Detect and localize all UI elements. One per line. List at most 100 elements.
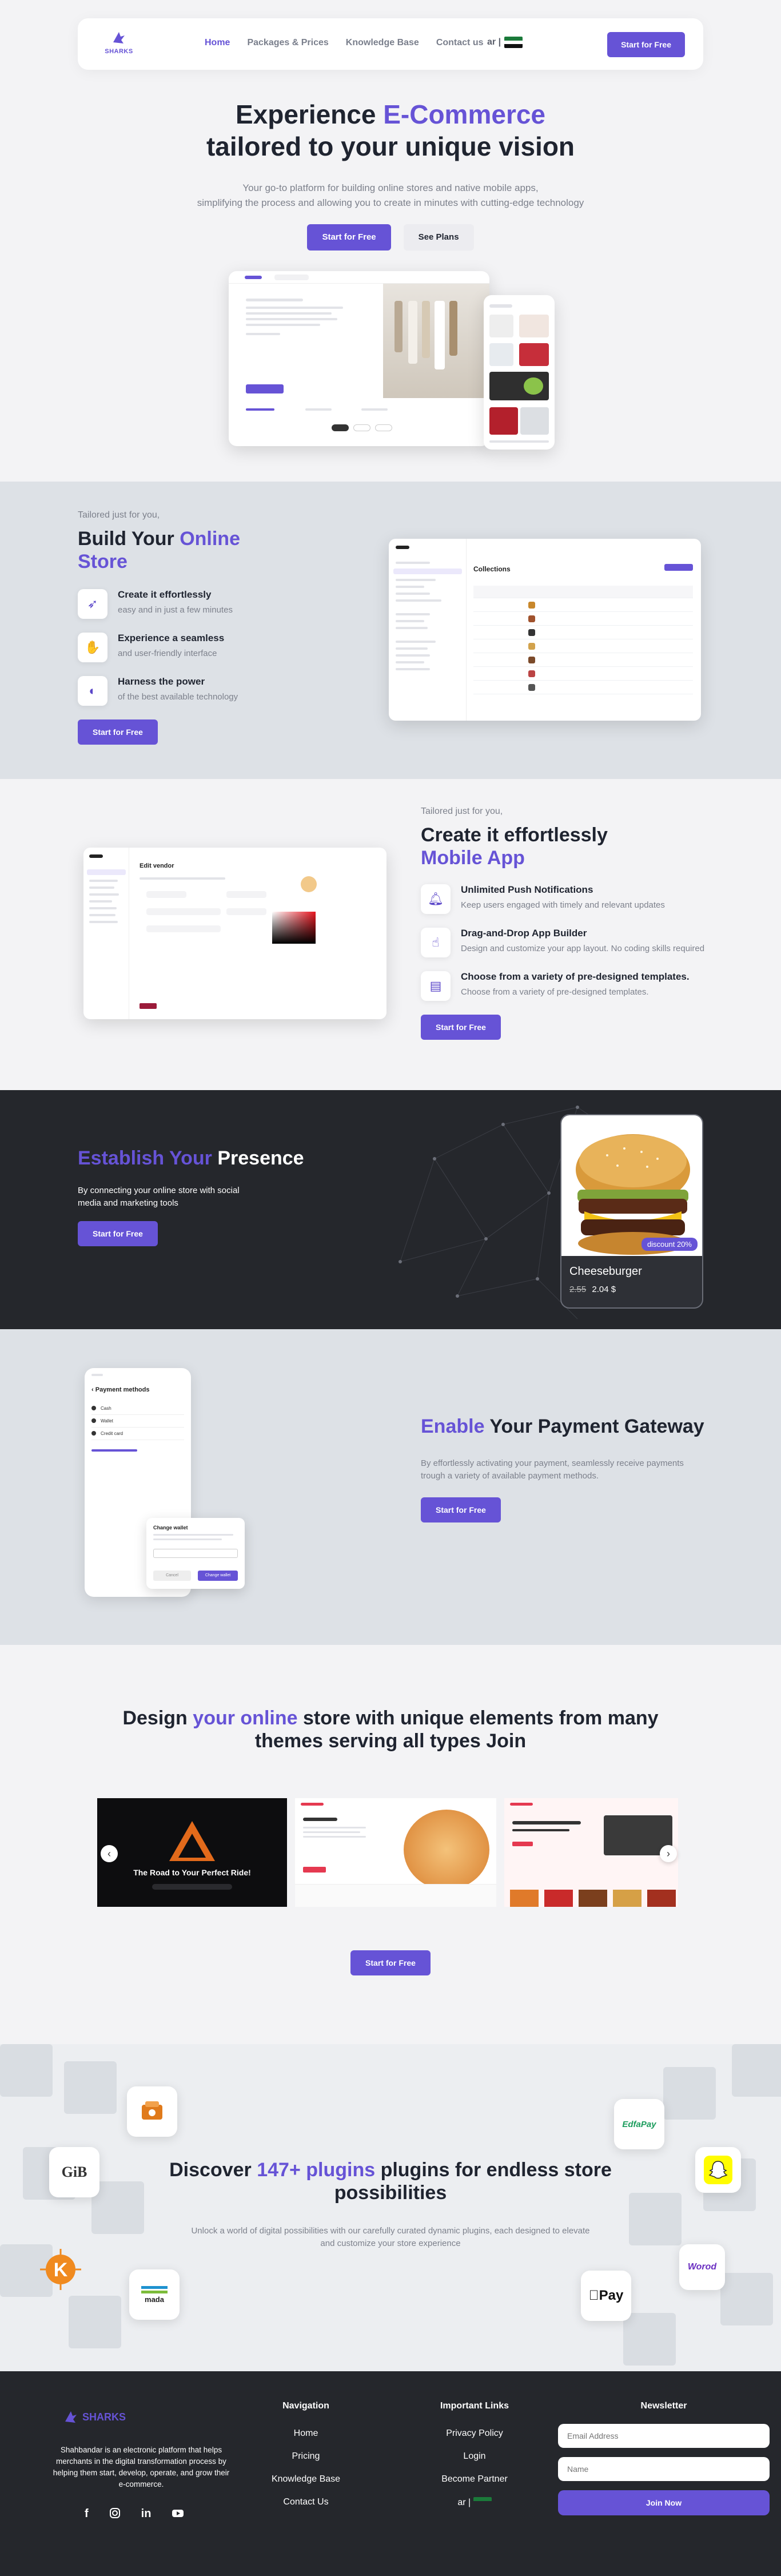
rocket-icon: ➶ bbox=[78, 589, 107, 619]
back-arrow-icon[interactable]: ‹ bbox=[91, 1386, 94, 1393]
hero-title-line2: tailored to your unique vision bbox=[206, 132, 575, 161]
edfapay-logo: EdfaPay bbox=[614, 2099, 664, 2149]
feature-desc: easy and in just a few minutes bbox=[118, 605, 233, 615]
burger-image bbox=[561, 1115, 702, 1256]
footer-link-contact[interactable]: Contact Us bbox=[269, 2497, 343, 2507]
plugins-title-highlight: 147+ plugins bbox=[257, 2159, 376, 2181]
plugins-section: GiB K mada EdfaPay Worod Pay Discover 1… bbox=[0, 2044, 781, 2371]
product-name: Cheeseburger bbox=[569, 1265, 642, 1278]
language-switch[interactable]: ar | bbox=[487, 37, 523, 48]
footer: SHARKS Shahbandar is an electronic platf… bbox=[0, 2371, 781, 2576]
nav-links: Home Packages & Prices Knowledge Base Co… bbox=[205, 38, 483, 48]
presence-title: Establish Your Presence bbox=[78, 1147, 306, 1170]
presence-section: Establish Your Presence By connecting yo… bbox=[0, 1090, 781, 1329]
hero-desktop-mockup bbox=[229, 271, 489, 446]
store-feature: ➶ Create it effortlessly easy and in just… bbox=[78, 589, 284, 619]
hero-buttons: Start for Free See Plans bbox=[0, 224, 781, 251]
wallet-input[interactable] bbox=[153, 1549, 238, 1558]
newsletter-join-button[interactable]: Join Now bbox=[558, 2490, 770, 2515]
app-feature: 🔔︎ Unlimited Push Notifications Keep user… bbox=[421, 884, 707, 914]
payment-method-label: Credit card bbox=[101, 1431, 123, 1436]
footer-language-label: ar | bbox=[457, 2498, 471, 2508]
payment-title-highlight: Enable bbox=[421, 1416, 485, 1437]
feature-title: Experience a seamless bbox=[118, 633, 225, 643]
dialog-cancel-button[interactable]: Cancel bbox=[153, 1571, 191, 1581]
collections-dashboard-mockup: Collections bbox=[389, 539, 701, 721]
presence-start-free-button[interactable]: Start for Free bbox=[78, 1221, 158, 1246]
flag-icon bbox=[473, 2497, 492, 2509]
nav-start-free-button[interactable]: Start for Free bbox=[607, 32, 685, 57]
app-title-highlight: Mobile App bbox=[421, 847, 525, 869]
footer-link-pricing[interactable]: Pricing bbox=[269, 2451, 343, 2462]
nav-link-home[interactable]: Home bbox=[205, 38, 230, 48]
footer-nav-title: Navigation bbox=[282, 2401, 329, 2411]
edit-vendor-mockup: Edit vendor bbox=[83, 848, 386, 1019]
store-start-free-button[interactable]: Start for Free bbox=[78, 719, 158, 745]
app-feature: ▤ Choose from a variety of pre-designed … bbox=[421, 971, 707, 1001]
footer-link-home[interactable]: Home bbox=[269, 2428, 343, 2439]
hero-see-plans-button[interactable]: See Plans bbox=[403, 224, 474, 251]
footer-language-switch[interactable]: ar | bbox=[423, 2497, 526, 2509]
footer-about: Shahbandar is an electronic platform tha… bbox=[53, 2446, 230, 2488]
brand-name: SHARKS bbox=[105, 48, 133, 55]
dialog-change-wallet-button[interactable]: Change wallet bbox=[198, 1571, 238, 1581]
footer-link-login[interactable]: Login bbox=[423, 2451, 526, 2462]
brand-logo[interactable]: SHARKS bbox=[102, 30, 136, 55]
bell-icon: 🔔︎ bbox=[421, 884, 451, 914]
hero-subtitle-line1: Your go-to platform for building online … bbox=[242, 182, 539, 193]
payment-method-label: Wallet bbox=[101, 1418, 113, 1424]
payment-method-item[interactable]: Wallet bbox=[91, 1415, 184, 1428]
payment-method-item[interactable]: Credit card bbox=[91, 1428, 184, 1440]
box-logo bbox=[127, 2086, 177, 2137]
theme-card-pizza[interactable] bbox=[295, 1798, 496, 1907]
mobile-app-section: Edit vendor Tailored just for you, Creat… bbox=[0, 779, 781, 1090]
themes-title: Design your online store with unique ele… bbox=[114, 1707, 667, 1752]
footer-link-privacy[interactable]: Privacy Policy bbox=[423, 2428, 526, 2439]
footer-link-knowledge-base[interactable]: Knowledge Base bbox=[269, 2474, 343, 2484]
plugins-title: Discover 147+ plugins plugins for endles… bbox=[149, 2158, 632, 2204]
store-eyebrow: Tailored just for you, bbox=[78, 510, 160, 520]
payment-method-label: Cash bbox=[101, 1406, 111, 1411]
store-title-part: Build Your bbox=[78, 528, 180, 550]
slider-prev-button[interactable]: ‹ bbox=[101, 1845, 118, 1862]
hero-subtitle-line2: simplifying the process and allowing you… bbox=[197, 197, 584, 208]
edit-vendor-title: Edit vendor bbox=[140, 862, 174, 869]
hero-phone-mockup bbox=[484, 295, 555, 450]
newsletter-name-input[interactable] bbox=[558, 2457, 770, 2481]
footer-logo[interactable]: SHARKS bbox=[63, 2409, 126, 2425]
store-feature: ◐ Harness the power of the best available… bbox=[78, 676, 284, 706]
hand-icon: ✋ bbox=[78, 633, 107, 662]
snapchat-logo bbox=[695, 2147, 741, 2193]
hero-start-free-button[interactable]: Start for Free bbox=[307, 224, 391, 251]
edfapay-logo-text: EdfaPay bbox=[622, 2119, 656, 2129]
product-old-price: 2.55 bbox=[569, 1285, 587, 1294]
footer-brand-name: SHARKS bbox=[82, 2411, 126, 2423]
flag-icon bbox=[504, 37, 523, 48]
mada-logo-text: mada bbox=[145, 2295, 164, 2304]
youtube-icon[interactable] bbox=[172, 2507, 184, 2522]
feature-desc: Design and customize your app layout. No… bbox=[461, 944, 705, 953]
nav-link-packages[interactable]: Packages & Prices bbox=[247, 38, 328, 48]
app-title: Create it effortlessly Mobile App bbox=[421, 824, 707, 869]
newsletter-email-input[interactable] bbox=[558, 2424, 770, 2448]
app-start-free-button[interactable]: Start for Free bbox=[421, 1015, 501, 1040]
payment-start-free-button[interactable]: Start for Free bbox=[421, 1497, 501, 1522]
feature-title: Drag-and-Drop App Builder bbox=[461, 928, 587, 939]
facebook-icon[interactable]: f bbox=[85, 2507, 89, 2522]
slider-next-button[interactable]: › bbox=[660, 1845, 677, 1862]
instagram-icon[interactable] bbox=[109, 2507, 121, 2522]
plugins-title-part: Discover bbox=[169, 2159, 257, 2181]
themes-start-free-button[interactable]: Start for Free bbox=[350, 1950, 431, 1975]
app-features: 🔔︎ Unlimited Push Notifications Keep user… bbox=[421, 884, 707, 1001]
footer-link-become-partner[interactable]: Become Partner bbox=[423, 2474, 526, 2484]
presence-title-part: Presence bbox=[212, 1147, 304, 1169]
theme-card-automotive[interactable]: The Road to Your Perfect Ride! bbox=[97, 1798, 287, 1907]
payment-method-item[interactable]: Cash bbox=[91, 1402, 184, 1415]
presence-desc: By connecting your online store with soc… bbox=[78, 1186, 240, 1208]
hero-title-highlight: E-Commerce bbox=[383, 100, 546, 129]
theme-card-grocery[interactable] bbox=[504, 1798, 678, 1907]
nav-link-contact[interactable]: Contact us bbox=[436, 38, 484, 48]
nav-link-knowledge-base[interactable]: Knowledge Base bbox=[346, 38, 419, 48]
product-card[interactable]: discount 20% Cheeseburger 2.55 2.04 $ bbox=[560, 1114, 703, 1309]
linkedin-icon[interactable]: in bbox=[141, 2507, 152, 2522]
